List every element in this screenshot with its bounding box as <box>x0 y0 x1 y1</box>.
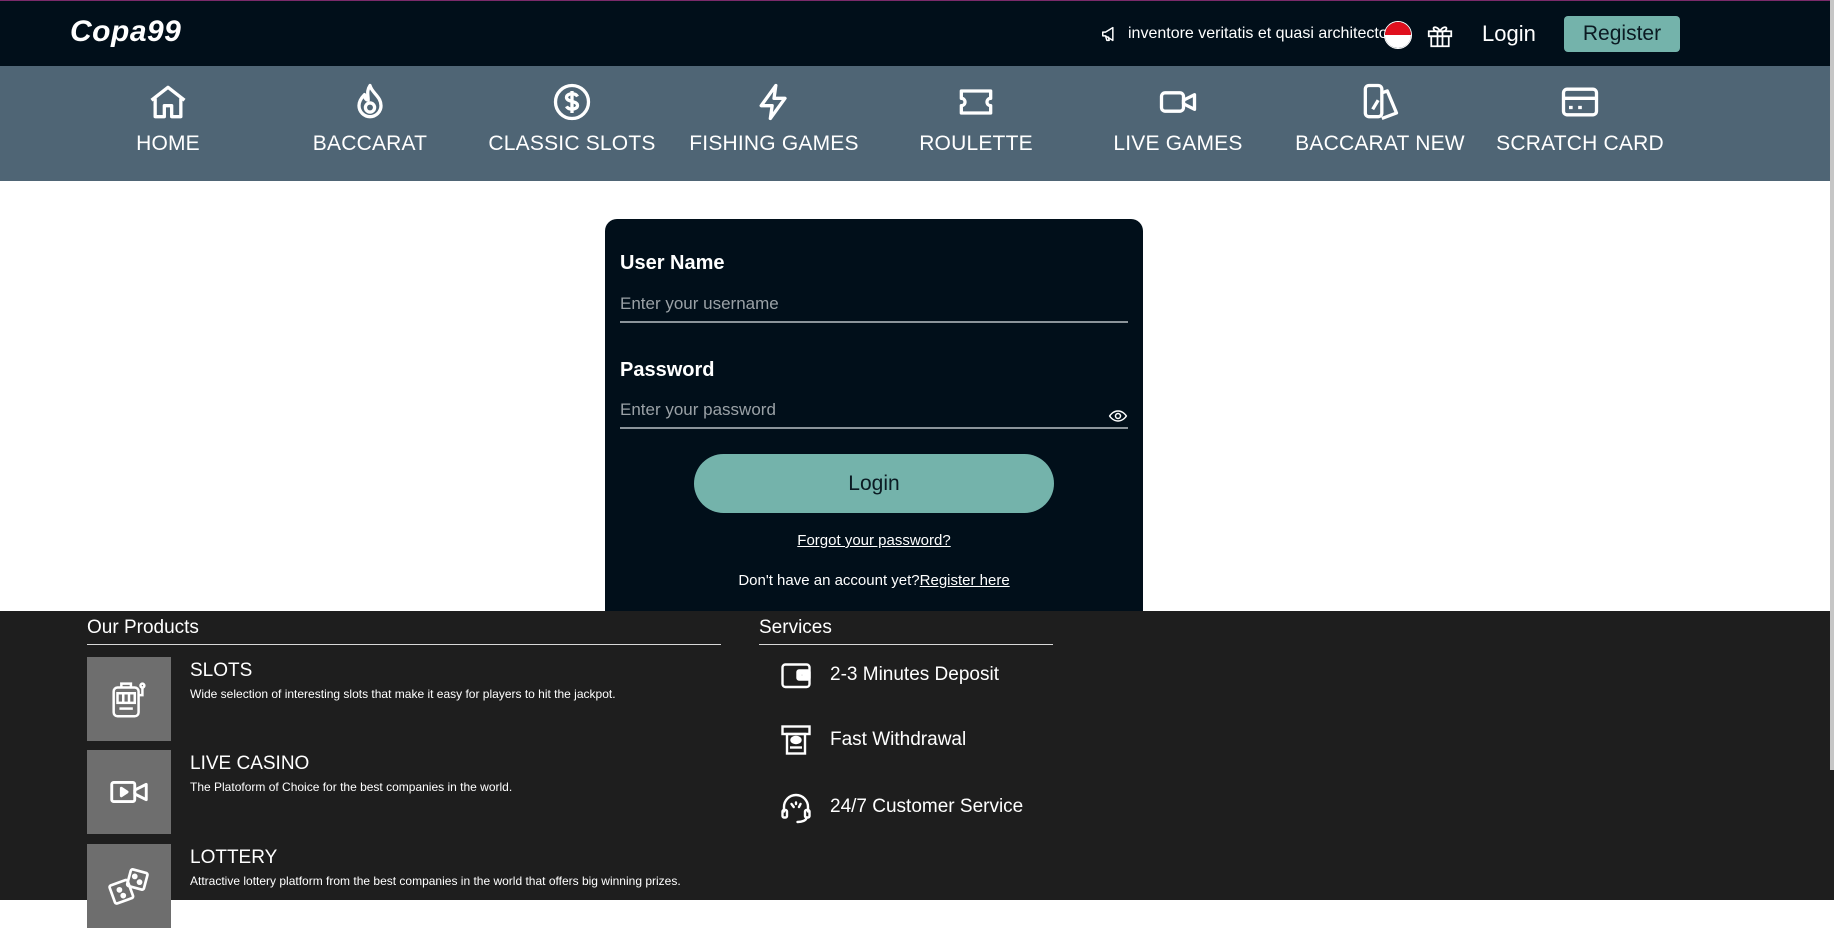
product-description: Attractive lottery platform from the bes… <box>190 874 681 888</box>
footer: Our Products SLOTS Wide selection of int… <box>0 611 1834 928</box>
megaphone-icon <box>1102 26 1114 42</box>
product-item-live-casino[interactable]: LIVE CASINO The Platoform of Choice for … <box>87 750 737 834</box>
product-title: SLOTS <box>190 660 253 681</box>
ticket-icon <box>959 89 993 115</box>
service-item-withdrawal: Fast Withdrawal <box>778 722 966 758</box>
service-label: Fast Withdrawal <box>830 729 967 750</box>
nav-item-roulette[interactable]: ROULETTE <box>876 80 1076 170</box>
login-card: User Name Password Login Forgot your pas… <box>605 219 1143 619</box>
header-login-button[interactable]: Login <box>1482 21 1536 47</box>
video-camera-icon <box>1159 91 1197 113</box>
nav-item-label: HOME <box>136 132 200 155</box>
services-title: Services <box>759 617 832 638</box>
service-label: 2-3 Minutes Deposit <box>830 664 999 685</box>
nav-item-label: SCRATCH CARD <box>1496 132 1664 155</box>
category-nav: HOME BACCARAT CLASSIC SLOTS FISHING GAME… <box>0 66 1834 181</box>
nav-item-classic-slots[interactable]: CLASSIC SLOTS <box>472 80 672 170</box>
nav-item-baccarat-new[interactable]: BACCARAT NEW <box>1280 80 1480 170</box>
nav-item-label: BACCARAT NEW <box>1295 132 1465 155</box>
language-flag-icon[interactable] <box>1384 21 1412 49</box>
product-description: The Platoform of Choice for the best com… <box>190 780 513 794</box>
product-item-lottery[interactable]: LOTTERY Attractive lottery platform from… <box>87 844 737 928</box>
dice-icon <box>108 868 149 905</box>
nav-item-scratch-card[interactable]: SCRATCH CARD <box>1480 80 1680 170</box>
nav-item-live-games[interactable]: LIVE GAMES <box>1078 80 1278 170</box>
product-image <box>87 844 171 928</box>
announcement-text: inventore veritatis et quasi architecto <box>1128 25 1388 42</box>
wallet-icon <box>781 663 811 689</box>
username-label: User Name <box>620 252 725 274</box>
service-item-deposit: 2-3 Minutes Deposit <box>778 657 999 693</box>
cards-icon <box>1363 83 1399 121</box>
nav-item-label: ROULETTE <box>919 132 1033 155</box>
login-submit-button[interactable]: Login <box>694 454 1054 513</box>
password-input[interactable] <box>620 393 1128 429</box>
register-here-link[interactable]: Register here <box>920 572 1010 589</box>
products-title: Our Products <box>87 617 199 638</box>
show-password-icon[interactable] <box>1108 406 1128 426</box>
product-item-slots[interactable]: SLOTS Wide selection of interesting slot… <box>87 657 737 741</box>
products-divider <box>87 644 721 645</box>
headset-icon <box>781 793 811 824</box>
nav-item-label: BACCARAT <box>312 132 428 155</box>
nav-item-label: LIVE GAMES <box>1113 132 1243 155</box>
product-title: LOTTERY <box>190 847 278 868</box>
nav-item-label: FISHING GAMES <box>689 132 859 155</box>
register-prompt: Don't have an account yet?Register here <box>605 572 1143 589</box>
gift-icon[interactable] <box>1425 20 1455 50</box>
credit-card-icon <box>1561 87 1599 117</box>
service-item-customer-service: 24/7 Customer Service <box>778 789 1023 825</box>
atm-icon <box>781 725 811 755</box>
home-icon <box>150 85 186 119</box>
top-header: Copa99 inventore veritatis et quasi arch… <box>0 0 1834 66</box>
service-label: 24/7 Customer Service <box>830 796 1024 817</box>
header-register-button[interactable]: Register <box>1564 16 1680 52</box>
page-scrollbar[interactable] <box>1830 0 1834 770</box>
username-input[interactable] <box>620 287 1128 323</box>
services-divider <box>759 644 1053 645</box>
logo[interactable]: Copa99 <box>70 15 181 49</box>
product-title: LIVE CASINO <box>190 753 310 774</box>
product-image <box>87 657 171 741</box>
password-label: Password <box>620 359 715 381</box>
lightning-icon <box>759 83 787 121</box>
product-description: Wide selection of interesting slots that… <box>190 687 616 701</box>
dollar-coin-icon <box>553 83 591 121</box>
announcement-bar: inventore veritatis et quasi architecto <box>1100 23 1388 45</box>
nav-item-label: CLASSIC SLOTS <box>488 132 656 155</box>
slot-machine-icon <box>112 682 146 718</box>
nav-item-fishing-games[interactable]: FISHING GAMES <box>674 80 874 170</box>
video-camera-icon <box>110 780 148 804</box>
product-image <box>87 750 171 834</box>
forgot-password-link[interactable]: Forgot your password? <box>605 532 1143 549</box>
flame-icon <box>357 83 383 119</box>
nav-item-home[interactable]: HOME <box>68 80 268 170</box>
no-account-text: Don't have an account yet? <box>738 572 920 589</box>
nav-item-baccarat[interactable]: BACCARAT <box>270 80 470 170</box>
